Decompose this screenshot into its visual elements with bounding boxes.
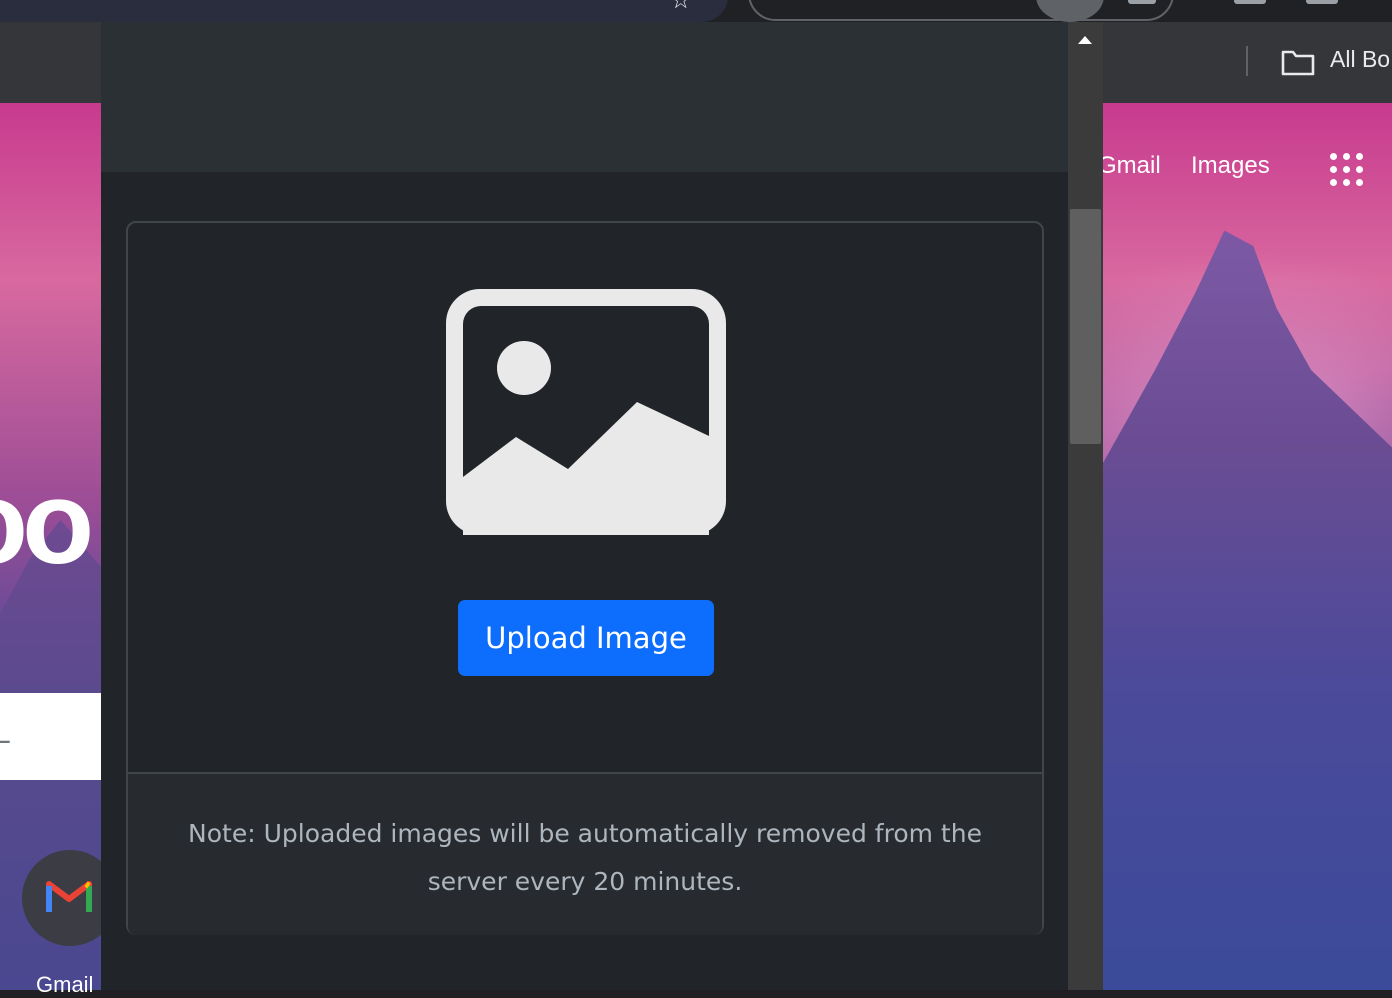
star-icon[interactable]: ☆ — [670, 0, 692, 14]
toolbar-button[interactable] — [1128, 0, 1156, 4]
extensions-area — [748, 0, 1174, 21]
browser-toolbar: ☆ — [0, 0, 1392, 22]
note-text: Note: Uploaded images will be automatica… — [188, 819, 982, 896]
images-link[interactable]: Images — [1191, 152, 1270, 180]
shortcut-label: Gmail — [36, 972, 94, 997]
google-logo: oo — [0, 457, 94, 589]
bookmarks-divider — [1246, 46, 1248, 76]
search-box[interactable]: L — [0, 693, 101, 780]
toolbar-button[interactable] — [1234, 0, 1266, 4]
gmail-icon — [46, 881, 92, 912]
popup-scrollbar[interactable] — [1068, 22, 1103, 990]
gmail-link[interactable]: Gmail — [1098, 152, 1161, 180]
folder-icon[interactable] — [1281, 48, 1315, 76]
all-bookmarks-label[interactable]: All Bo — [1330, 46, 1390, 73]
scroll-up-arrow-icon[interactable] — [1078, 36, 1092, 44]
apps-grid-icon[interactable] — [1328, 151, 1364, 187]
address-bar[interactable] — [0, 0, 728, 22]
extension-popup: Upload Image Note: Uploaded images will … — [101, 22, 1103, 990]
popup-header — [101, 22, 1068, 172]
scrollbar-thumb[interactable] — [1070, 209, 1101, 444]
toolbar-button[interactable] — [1306, 0, 1338, 4]
upload-card: Upload Image Note: Uploaded images will … — [126, 221, 1044, 935]
image-placeholder-icon — [446, 289, 726, 535]
search-placeholder: L — [0, 717, 11, 750]
card-footer: Note: Uploaded images will be automatica… — [128, 772, 1042, 935]
upload-image-button[interactable]: Upload Image — [458, 600, 714, 676]
